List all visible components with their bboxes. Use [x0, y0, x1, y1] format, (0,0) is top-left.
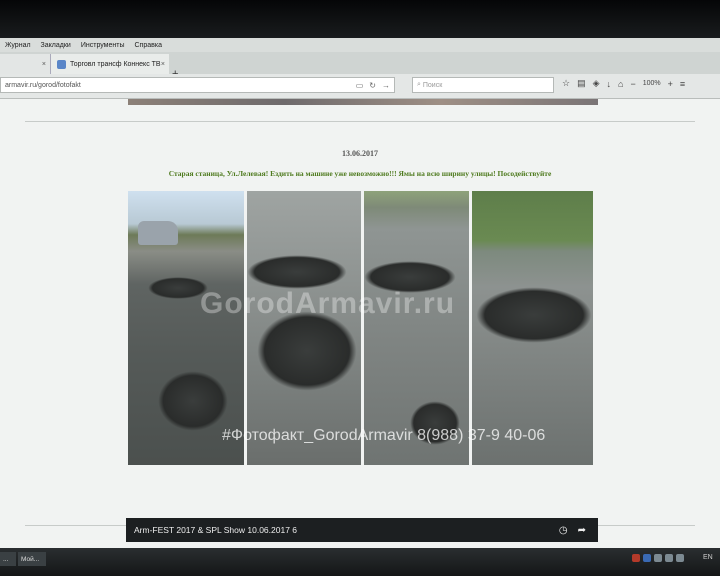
pocket-icon[interactable]: ◈: [593, 78, 600, 89]
pothole: [257, 311, 357, 391]
taskbar-item[interactable]: ...: [0, 552, 16, 566]
download-icon[interactable]: ↓: [607, 79, 612, 89]
divider: [25, 121, 695, 122]
tab-second-label: Торговл трансф Коннекс ТВ: [70, 60, 161, 68]
page-content: 13.06.2017 Старая станица, Ул.Лелевая! Е…: [0, 99, 720, 548]
parked-car: [138, 221, 178, 245]
toolbar-icons: ☆ ▤ ◈ ↓ ⌂ − 100% + ≡: [562, 78, 685, 89]
photo-collage[interactable]: [128, 191, 596, 465]
post-caption: Старая станица, Ул.Лелевая! Ездить на ма…: [168, 169, 552, 178]
post-date: 13.06.2017: [342, 149, 378, 158]
search-input[interactable]: ⌕ Поиск: [412, 77, 554, 93]
menu-help[interactable]: Справка: [130, 42, 167, 49]
pothole: [158, 371, 228, 431]
browser-window: Журнал Закладки Инструменты Справка × То…: [0, 38, 720, 548]
zoom-level: 100%: [642, 80, 661, 87]
close-tab-icon[interactable]: ×: [161, 61, 165, 68]
site-watermark: GorodArmavir.ru: [200, 287, 456, 320]
pothole-photo-2: [247, 191, 361, 465]
zoom-out-icon[interactable]: −: [630, 79, 635, 89]
taskbar-item[interactable]: Мой...: [18, 552, 46, 566]
network-tray-icon[interactable]: [643, 554, 651, 562]
pothole-photo-1: [128, 191, 244, 465]
reload-icon[interactable]: ↻: [369, 81, 376, 90]
menu-bar: Журнал Закладки Инструменты Справка: [0, 38, 720, 52]
previous-post-image: [128, 99, 598, 105]
site-favicon-icon: [57, 59, 66, 69]
url-text: armavir.ru/gorod/fotofakt: [5, 81, 81, 89]
menu-bookmarks[interactable]: Закладки: [36, 42, 76, 49]
pothole: [247, 255, 347, 289]
clipboard-icon[interactable]: ▤: [577, 78, 586, 89]
tab-second[interactable]: Торговл трансф Коннекс ТВ ×: [50, 54, 169, 74]
app-tray-icon[interactable]: [632, 554, 640, 562]
tab-bar: × Торговл трансф Коннекс ТВ × +: [0, 52, 720, 80]
language-indicator[interactable]: EN: [703, 554, 713, 561]
menu-tools[interactable]: Инструменты: [76, 42, 130, 49]
pothole: [476, 287, 592, 343]
monitor-bezel: [0, 0, 720, 40]
tab-first[interactable]: ×: [0, 54, 50, 74]
notification-tray-icon[interactable]: [676, 554, 684, 562]
close-tab-icon[interactable]: ×: [42, 61, 46, 68]
flag-tray-icon[interactable]: [665, 554, 673, 562]
taskbar: ... Мой... EN: [0, 548, 720, 576]
bookmark-star-icon[interactable]: ☆: [562, 78, 570, 89]
video-title-bar[interactable]: Arm-FEST 2017 & SPL Show 10.06.2017 6 ◷ …: [126, 518, 598, 542]
volume-tray-icon[interactable]: [654, 554, 662, 562]
search-placeholder: Поиск: [422, 81, 443, 89]
clock-icon[interactable]: ◷: [559, 525, 568, 536]
video-title: Arm-FEST 2017 & SPL Show 10.06.2017 6: [134, 525, 298, 535]
home-icon[interactable]: ⌂: [618, 79, 623, 89]
address-bar[interactable]: armavir.ru/gorod/fotofakt ▭ ↻ →: [0, 77, 395, 93]
pothole: [148, 277, 208, 299]
pothole-photo-3: [364, 191, 469, 465]
menu-journal[interactable]: Журнал: [0, 42, 36, 49]
reader-view-icon[interactable]: ▭: [356, 81, 364, 90]
zoom-in-icon[interactable]: +: [668, 79, 673, 89]
system-tray: [632, 554, 684, 562]
share-icon[interactable]: ➦: [578, 525, 586, 536]
photo-hashtag: #Фотофакт_GorodArmavir 8(988) 37-9 40-06: [222, 427, 546, 444]
pothole-photo-4: [472, 191, 593, 465]
navigation-bar: armavir.ru/gorod/fotofakt ▭ ↻ → ⌕ Поиск …: [0, 74, 720, 99]
go-arrow-icon[interactable]: →: [382, 81, 390, 90]
menu-icon[interactable]: ≡: [680, 79, 685, 89]
